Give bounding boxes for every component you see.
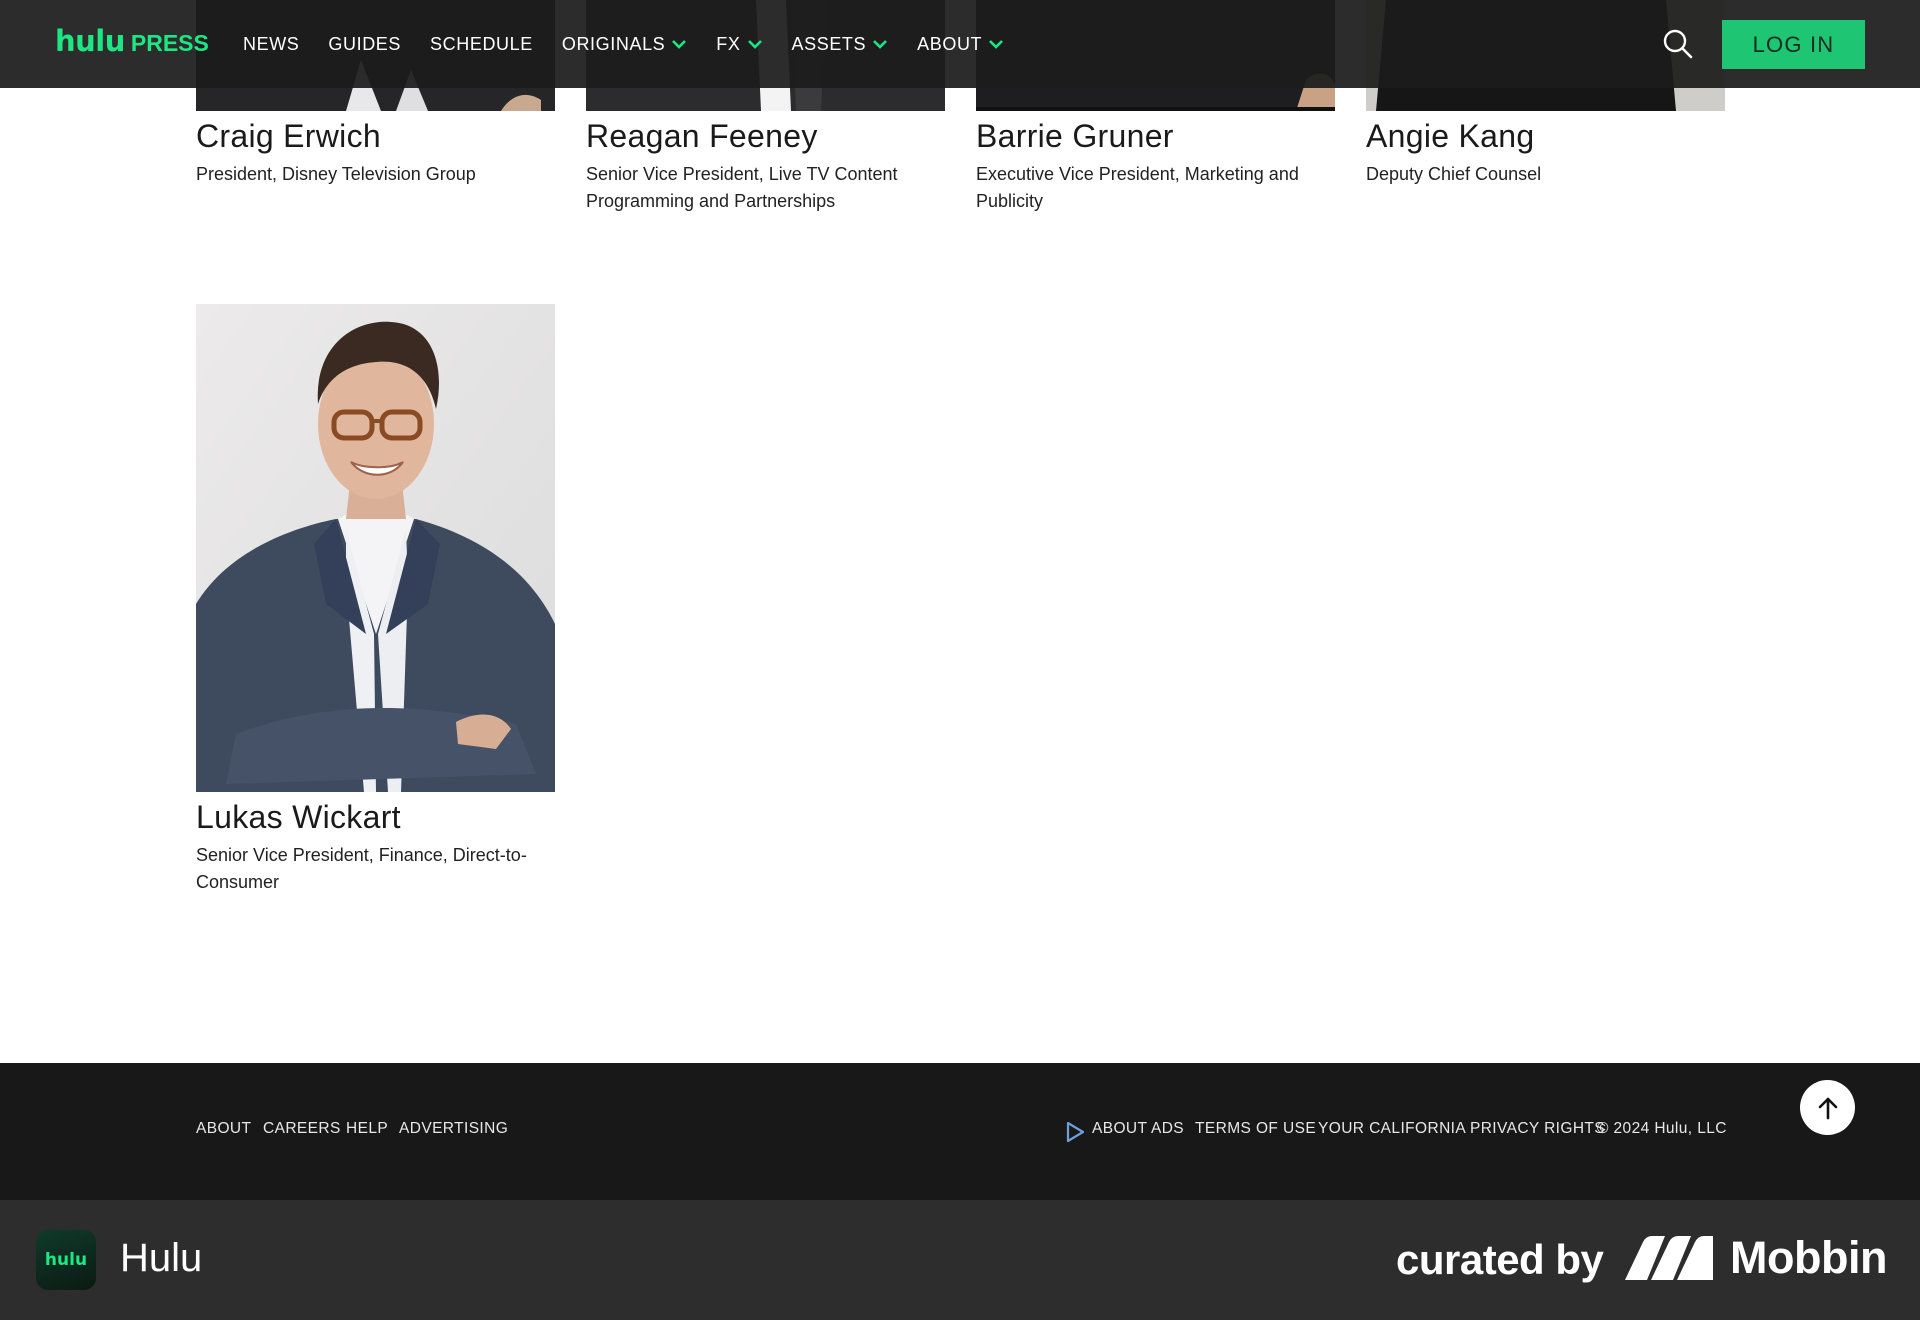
- back-to-top-button[interactable]: [1800, 1080, 1855, 1135]
- executive-title-line: President, Disney Television Group: [196, 164, 476, 184]
- executive-name[interactable]: Lukas Wickart: [196, 799, 401, 836]
- nav-item-guides[interactable]: GUIDES: [328, 34, 401, 55]
- nav-item-label: NEWS: [243, 33, 300, 54]
- executive-title-line: Executive Vice President, Marketing and: [976, 164, 1299, 184]
- nav-menu: NEWS GUIDES SCHEDULE ORIGINALS FX ASSETS…: [243, 0, 1033, 88]
- chevron-down-icon: [873, 40, 888, 49]
- mobbin-wordmark: Mobbin: [1730, 1232, 1887, 1283]
- executive-title: Senior Vice President, Finance, Direct-t…: [196, 842, 527, 896]
- chevron-down-icon: [989, 40, 1004, 49]
- executive-title-line: Publicity: [976, 191, 1044, 211]
- mobbin-logo-icon: [1625, 1236, 1713, 1280]
- nav-item-news[interactable]: NEWS: [243, 34, 299, 55]
- curated-by-text: curated by: [1396, 1236, 1604, 1283]
- logo-press-text: PRESS: [130, 30, 209, 56]
- executive-name[interactable]: Craig Erwich: [196, 118, 381, 155]
- logo-hulu-text: hulu: [55, 24, 125, 58]
- executive-name[interactable]: Barrie Gruner: [976, 118, 1174, 155]
- nav-item-schedule[interactable]: SCHEDULE: [430, 34, 533, 55]
- hulu-app-icon: hulu: [36, 1230, 96, 1290]
- footer-link-terms[interactable]: TERMS OF USE: [1195, 1120, 1316, 1138]
- arrow-up-icon: [1818, 1097, 1837, 1119]
- nav-item-originals[interactable]: ORIGINALS: [562, 34, 687, 55]
- footer-link-help[interactable]: HELP: [346, 1120, 388, 1138]
- app-name: Hulu: [120, 1236, 203, 1280]
- chevron-down-icon: [747, 40, 762, 49]
- footer-link-about[interactable]: ABOUT: [196, 1120, 251, 1138]
- executive-name[interactable]: Reagan Feeney: [586, 118, 818, 155]
- footer-copyright: © 2024 Hulu, LLC: [1597, 1120, 1727, 1137]
- nav-item-assets[interactable]: ASSETS: [792, 34, 889, 55]
- app-icon-text: hulu: [44, 1250, 88, 1270]
- search-button[interactable]: [1662, 28, 1694, 60]
- executive-name[interactable]: Angie Kang: [1366, 118, 1534, 155]
- footer-link-advertising[interactable]: ADVERTISING: [399, 1120, 508, 1138]
- login-button[interactable]: LOG IN: [1722, 20, 1865, 69]
- nav-item-label: ASSETS: [791, 33, 867, 54]
- executive-title-line: Senior Vice President, Finance, Direct-t…: [196, 845, 527, 865]
- chevron-down-icon: [672, 40, 687, 49]
- footer-link-about-ads[interactable]: ABOUT ADS: [1092, 1120, 1184, 1138]
- nav-item-label: ORIGINALS: [561, 33, 666, 54]
- photo-lukas-wickart[interactable]: [196, 304, 555, 792]
- executive-title: Senior Vice President, Live TV Content P…: [586, 161, 898, 215]
- executive-title-line: Programming and Partnerships: [586, 191, 836, 211]
- top-navigation: hulu PRESS NEWS GUIDES SCHEDULE ORIGINAL…: [0, 0, 1920, 88]
- executive-title: Executive Vice President, Marketing and …: [976, 161, 1299, 215]
- executive-title-line: Consumer: [196, 872, 280, 892]
- executive-title-line: Senior Vice President, Live TV Content: [586, 164, 898, 184]
- executive-title-line: Deputy Chief Counsel: [1366, 164, 1542, 184]
- nav-item-fx[interactable]: FX: [716, 34, 762, 55]
- nav-item-label: GUIDES: [328, 33, 402, 54]
- executive-title: Deputy Chief Counsel: [1366, 161, 1541, 188]
- nav-item-label: ABOUT: [917, 33, 983, 54]
- nav-item-about[interactable]: ABOUT: [917, 34, 1004, 55]
- search-icon: [1663, 29, 1693, 59]
- nav-item-label: SCHEDULE: [430, 33, 533, 54]
- nav-item-label: FX: [716, 33, 741, 54]
- executive-title: President, Disney Television Group: [196, 161, 476, 188]
- ad-choices-icon[interactable]: [1065, 1121, 1085, 1143]
- footer-link-privacy[interactable]: YOUR CALIFORNIA PRIVACY RIGHTS: [1318, 1120, 1605, 1138]
- hulu-press-logo[interactable]: hulu PRESS: [55, 24, 209, 58]
- footer-link-careers[interactable]: CAREERS: [263, 1120, 341, 1138]
